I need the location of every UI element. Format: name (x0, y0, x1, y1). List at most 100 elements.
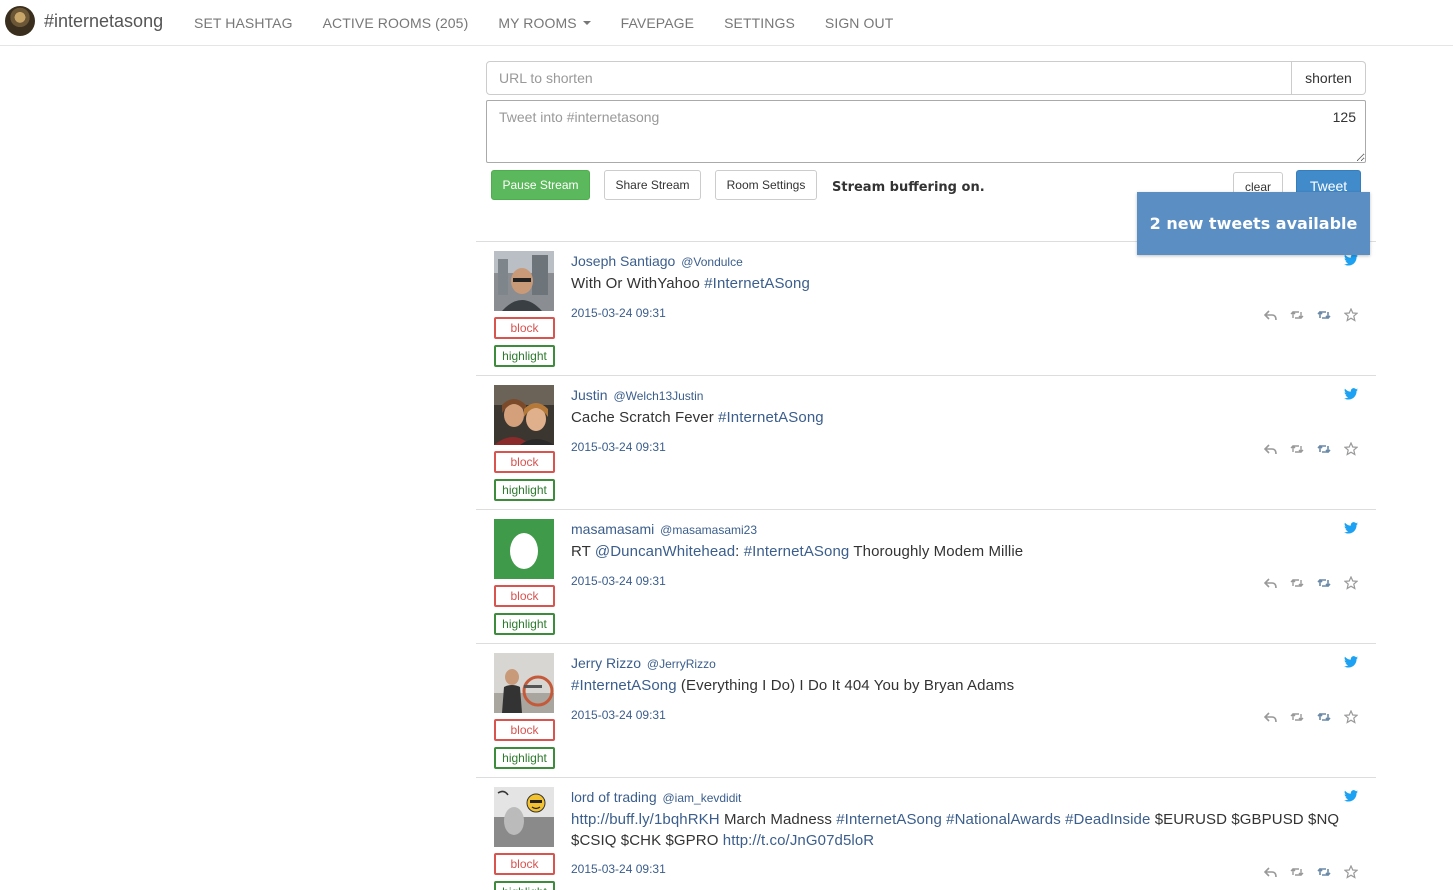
highlight-button[interactable]: highlight (494, 881, 555, 890)
tweet-item: block highlight lord of trading @iam_kev… (476, 777, 1376, 890)
reply-icon[interactable] (1263, 710, 1277, 724)
retweet-alt-icon[interactable] (1317, 865, 1331, 879)
hashtag-link[interactable]: #InternetASong (571, 677, 677, 694)
nav-my-rooms[interactable]: MY ROOMS (498, 15, 591, 31)
brand[interactable]: #internetasong (5, 5, 163, 37)
tweet-text-segment: March Madness (719, 811, 837, 828)
reply-icon[interactable] (1263, 442, 1277, 456)
tweet-header: Joseph Santiago @Vondulce (571, 253, 743, 269)
new-tweets-notice[interactable]: 2 new tweets available (1137, 192, 1370, 255)
tweet-timestamp[interactable]: 2015-03-24 09:31 (571, 574, 666, 588)
hashtag-link[interactable]: #InternetASong (704, 275, 810, 292)
url-link[interactable]: http://t.co/JnG07d5loR (723, 832, 874, 849)
avatar[interactable] (494, 251, 554, 311)
reply-icon[interactable] (1263, 865, 1277, 879)
nav-favepage[interactable]: FAVEPAGE (621, 15, 694, 31)
twitter-bird-icon[interactable] (1344, 790, 1358, 802)
favorite-star-icon[interactable] (1344, 442, 1358, 456)
tweet-author-name[interactable]: Jerry Rizzo (571, 655, 641, 671)
navbar: #internetasong SET HASHTAG ACTIVE ROOMS … (0, 0, 1453, 46)
egg-avatar[interactable] (494, 519, 554, 579)
favorite-star-icon[interactable] (1344, 710, 1358, 724)
tweet-author-handle[interactable]: @iam_kevdidit (663, 791, 742, 805)
block-button[interactable]: block (494, 585, 555, 607)
avatar[interactable] (494, 787, 554, 847)
favorite-star-icon[interactable] (1344, 865, 1358, 879)
highlight-button[interactable]: highlight (494, 345, 555, 367)
tweet-author-name[interactable]: masamasami (571, 521, 654, 537)
block-button[interactable]: block (494, 853, 555, 875)
tweet-author-handle[interactable]: @JerryRizzo (647, 657, 716, 671)
tweet-timestamp[interactable]: 2015-03-24 09:31 (571, 862, 666, 876)
shorten-button[interactable]: shorten (1292, 61, 1366, 95)
twitter-bird-icon[interactable] (1344, 388, 1358, 400)
url-link[interactable]: http://buff.ly/1bqhRKH (571, 811, 720, 828)
tweet-header: lord of trading @iam_kevdidit (571, 789, 741, 805)
retweet-alt-icon[interactable] (1317, 710, 1331, 724)
twitter-bird-icon[interactable] (1344, 254, 1358, 266)
tweet-author-name[interactable]: lord of trading (571, 789, 657, 805)
highlight-button[interactable]: highlight (494, 479, 555, 501)
tweet-text: http://buff.ly/1bqhRKH March Madness #In… (571, 809, 1366, 851)
retweet-icon[interactable] (1290, 442, 1304, 456)
room-settings-button[interactable]: Room Settings (715, 170, 817, 200)
block-button[interactable]: block (494, 317, 555, 339)
favorite-star-icon[interactable] (1344, 308, 1358, 322)
tweet-author-name[interactable]: Justin (571, 387, 608, 403)
tweet-item: block highlight masamasami @masamasami23… (476, 509, 1376, 643)
tweet-author-handle[interactable]: @masamasami23 (660, 523, 757, 537)
block-button[interactable]: block (494, 719, 555, 741)
tweet-author-handle[interactable]: @Welch13Justin (613, 389, 703, 403)
tweet-text-segment: RT (571, 543, 595, 560)
retweet-icon[interactable] (1290, 576, 1304, 590)
nav-menu: SET HASHTAG ACTIVE ROOMS (205) MY ROOMS … (194, 0, 923, 46)
tweet-timestamp[interactable]: 2015-03-24 09:31 (571, 440, 666, 454)
avatar[interactable] (494, 653, 554, 713)
retweet-alt-icon[interactable] (1317, 442, 1331, 456)
avatar[interactable] (494, 385, 554, 445)
tweet-actions (1250, 865, 1358, 879)
hashtag-link[interactable]: #NationalAwards (946, 811, 1061, 828)
nav-set-hashtag[interactable]: SET HASHTAG (194, 15, 293, 31)
twitter-bird-icon[interactable] (1344, 656, 1358, 668)
tweet-timestamp[interactable]: 2015-03-24 09:31 (571, 708, 666, 722)
tweet-author-name[interactable]: Joseph Santiago (571, 253, 675, 269)
nav-active-rooms[interactable]: ACTIVE ROOMS (205) (323, 15, 469, 31)
hashtag-link[interactable]: #InternetASong (744, 543, 850, 560)
tweet-item: block highlight Justin @Welch13Justin Ca… (476, 375, 1376, 509)
tweet-timestamp[interactable]: 2015-03-24 09:31 (571, 306, 666, 320)
mention-link[interactable]: @DuncanWhitehead (595, 543, 735, 560)
hashtag-link[interactable]: #InternetASong (836, 811, 942, 828)
tweet-actions (1250, 442, 1358, 456)
tweet-list: block highlight Joseph Santiago @Vondulc… (476, 241, 1376, 890)
url-input[interactable] (486, 61, 1292, 95)
tweet-text: Cache Scratch Fever #InternetASong (571, 407, 1366, 428)
nav-sign-out[interactable]: SIGN OUT (825, 15, 893, 31)
twitter-bird-icon[interactable] (1344, 522, 1358, 534)
pause-stream-button[interactable]: Pause Stream (491, 170, 590, 200)
retweet-alt-icon[interactable] (1317, 308, 1331, 322)
nav-my-rooms-label: MY ROOMS (498, 15, 577, 31)
hashtag-link[interactable]: #DeadInside (1065, 811, 1150, 828)
share-stream-button[interactable]: Share Stream (604, 170, 701, 200)
retweet-icon[interactable] (1290, 865, 1304, 879)
brand-title: #internetasong (44, 10, 164, 31)
reply-icon[interactable] (1263, 308, 1277, 322)
nav-settings[interactable]: SETTINGS (724, 15, 795, 31)
highlight-button[interactable]: highlight (494, 747, 555, 769)
tweet-text-segment: With Or WithYahoo (571, 275, 705, 292)
tweet-text-segment: Thoroughly Modem Millie (849, 543, 1024, 560)
retweet-alt-icon[interactable] (1317, 576, 1331, 590)
tweet-header: Jerry Rizzo @JerryRizzo (571, 655, 716, 671)
hashtag-link[interactable]: #InternetASong (718, 409, 824, 426)
tweet-author-handle[interactable]: @Vondulce (681, 255, 743, 269)
block-button[interactable]: block (494, 451, 555, 473)
brand-avatar-icon (5, 6, 35, 36)
favorite-star-icon[interactable] (1344, 576, 1358, 590)
highlight-button[interactable]: highlight (494, 613, 555, 635)
tweet-input[interactable] (486, 100, 1366, 163)
retweet-icon[interactable] (1290, 710, 1304, 724)
retweet-icon[interactable] (1290, 308, 1304, 322)
reply-icon[interactable] (1263, 576, 1277, 590)
tweet-text-segment: : (735, 543, 744, 560)
